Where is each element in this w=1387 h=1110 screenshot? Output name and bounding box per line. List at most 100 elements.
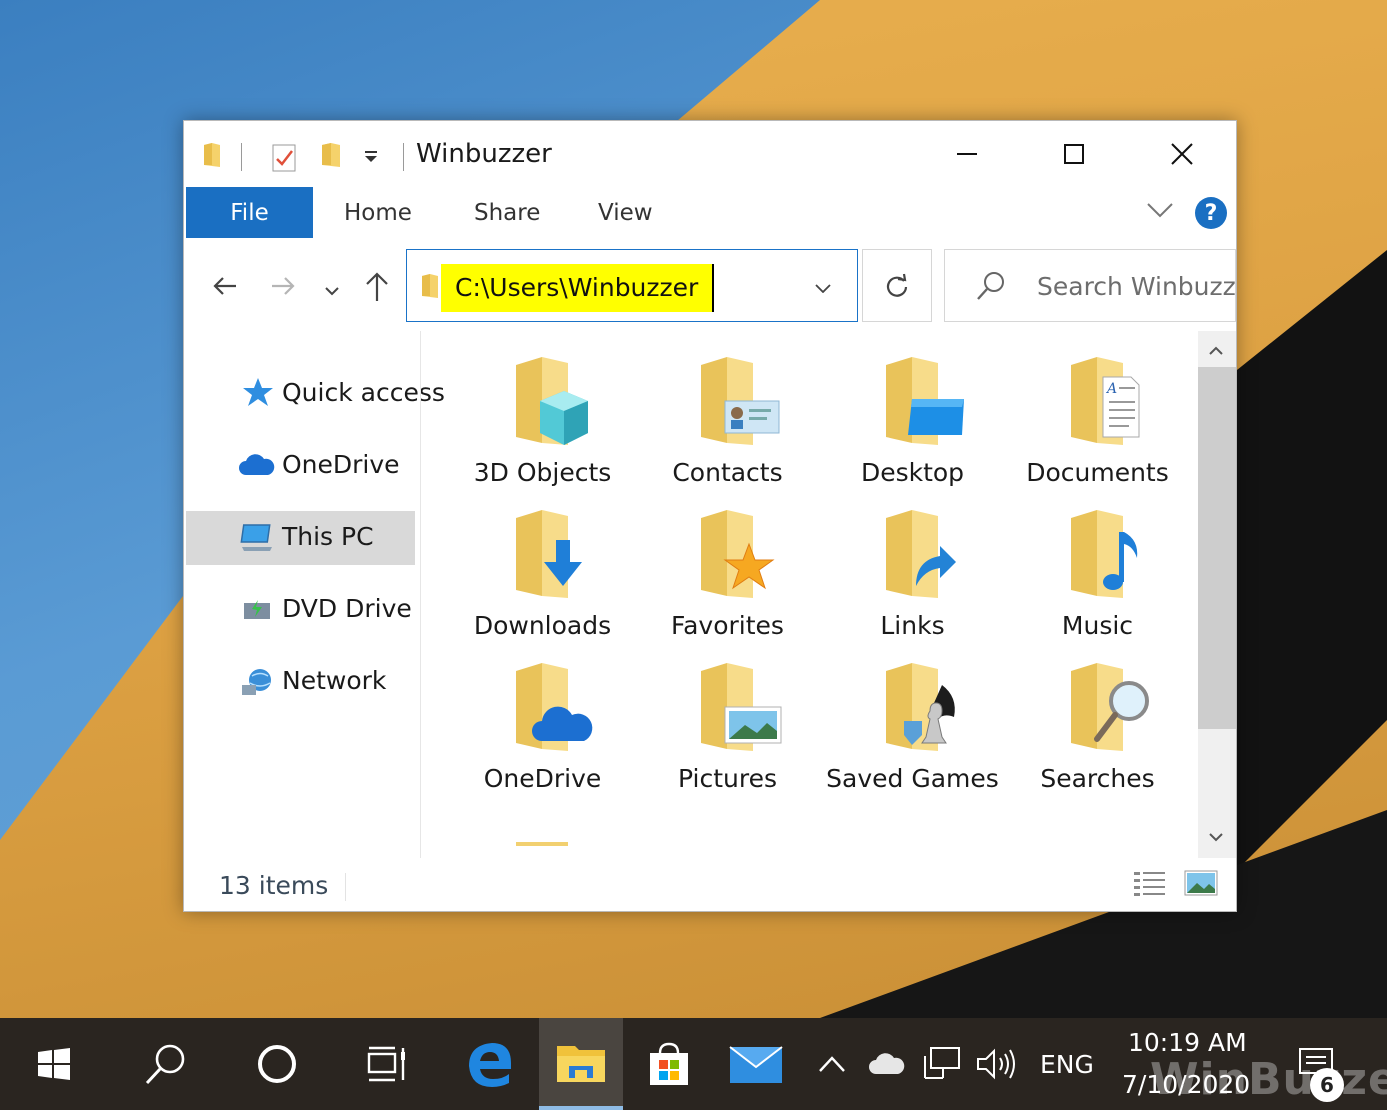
folder-item-favorites[interactable]: Favorites (635, 484, 820, 640)
taskbar-mail-button[interactable] (712, 1018, 800, 1110)
address-bar[interactable]: C:\Users\Winbuzzer (406, 249, 858, 322)
clock-date[interactable]: 7/10/2020 (1122, 1070, 1250, 1099)
edge-icon (469, 1043, 511, 1087)
close-icon (1171, 143, 1193, 165)
address-history-button[interactable] (815, 278, 831, 297)
nav-item-label: OneDrive (282, 450, 400, 479)
chevron-down-icon (1147, 203, 1173, 218)
vertical-scrollbar[interactable] (1198, 331, 1236, 858)
arrow-up-icon (366, 272, 388, 301)
cloud-icon (238, 453, 276, 481)
refresh-button[interactable] (862, 249, 932, 322)
cortana-button[interactable] (224, 1018, 330, 1110)
star-icon (242, 377, 274, 411)
new-folder-icon[interactable] (320, 141, 342, 173)
scroll-up-button[interactable] (1208, 341, 1224, 360)
chevron-down-icon (1209, 833, 1223, 842)
folder-item-pictures[interactable]: Pictures (635, 637, 820, 793)
arrow-left-icon (213, 277, 236, 295)
onedrive-folder-icon (512, 663, 602, 759)
clock-time[interactable]: 10:19 AM (1128, 1028, 1247, 1057)
dvd-drive-icon (242, 597, 272, 627)
saved-games-folder-icon (882, 663, 972, 759)
links-folder-icon (882, 510, 972, 606)
desktop-folder-icon (882, 357, 972, 453)
chevron-up-icon (819, 1056, 845, 1072)
folder-item-partial[interactable] (450, 790, 635, 858)
customize-quick-access-icon[interactable] (364, 149, 378, 168)
contacts-folder-icon (697, 357, 787, 453)
maximize-button[interactable] (1046, 131, 1102, 177)
onedrive-tray-button[interactable] (864, 1018, 910, 1110)
folder-item-downloads[interactable]: Downloads (450, 484, 635, 640)
start-button[interactable] (0, 1018, 108, 1110)
taskbar-edge-button[interactable] (442, 1018, 538, 1110)
folder-item-music[interactable]: Music (1005, 484, 1190, 640)
downloads-folder-icon (512, 510, 602, 606)
folder-item-searches[interactable]: Searches (1005, 637, 1190, 793)
volume-tray-button[interactable] (970, 1018, 1020, 1110)
folder-icon (421, 272, 439, 304)
navigation-bar: C:\Users\Winbuzzer Search Winbuzzer (184, 249, 1236, 323)
show-hidden-icons-button[interactable] (810, 1018, 854, 1110)
properties-icon[interactable] (271, 141, 297, 177)
nav-item-dvd-drive[interactable]: DVD Drive (186, 583, 415, 637)
forward-button[interactable] (270, 275, 296, 301)
chevron-down-icon (815, 284, 831, 294)
recent-locations-button[interactable] (325, 281, 339, 300)
pane-divider (420, 331, 421, 858)
folder-item-3d-objects[interactable]: 3D Objects (450, 331, 635, 487)
title-divider (403, 143, 404, 171)
address-path[interactable]: C:\Users\Winbuzzer (441, 264, 715, 312)
large-icons-view-button[interactable] (1184, 869, 1218, 901)
folder-icon[interactable] (202, 141, 222, 173)
nav-item-this-pc[interactable]: This PC (186, 511, 415, 565)
nav-item-network[interactable]: Network (186, 655, 415, 709)
minimize-button[interactable] (939, 131, 995, 177)
svg-text:A: A (1105, 381, 1117, 397)
documents-folder-icon: A (1067, 357, 1157, 453)
task-view-button[interactable] (335, 1018, 441, 1110)
folder-item-contacts[interactable]: Contacts (635, 331, 820, 487)
quick-access-divider (241, 143, 242, 171)
details-view-button[interactable] (1133, 869, 1167, 901)
scroll-thumb[interactable] (1198, 367, 1236, 729)
folder-item-desktop[interactable]: Desktop (820, 331, 1005, 487)
search-icon (145, 1044, 185, 1085)
tab-share[interactable]: Share (474, 200, 540, 226)
nav-item-onedrive[interactable]: OneDrive (186, 439, 415, 493)
up-button[interactable] (364, 271, 390, 307)
help-button[interactable]: ? (1195, 197, 1227, 229)
windows-logo-icon (38, 1048, 70, 1080)
input-language-indicator[interactable]: ENG (1040, 1050, 1094, 1079)
search-box[interactable]: Search Winbuzzer (944, 249, 1236, 322)
search-button[interactable] (113, 1018, 219, 1110)
window-title: Winbuzzer (416, 139, 552, 169)
expand-ribbon-button[interactable] (1146, 201, 1174, 223)
tab-view[interactable]: View (598, 200, 653, 226)
network-tray-button[interactable] (918, 1018, 964, 1110)
tab-file[interactable]: File (186, 187, 313, 238)
folder-item-documents[interactable]: A Documents (1005, 331, 1190, 487)
scroll-down-button[interactable] (1208, 827, 1224, 846)
folder-item-onedrive[interactable]: OneDrive (450, 637, 635, 793)
refresh-icon (886, 273, 908, 297)
minimize-icon (957, 153, 977, 155)
taskbar-file-explorer-button[interactable] (539, 1018, 623, 1110)
nav-item-label: This PC (282, 522, 374, 551)
status-divider (345, 873, 346, 901)
close-button[interactable] (1154, 131, 1210, 177)
nav-item-quick-access[interactable]: Quick access (186, 367, 445, 421)
task-view-icon (367, 1046, 405, 1082)
search-input[interactable]: Search Winbuzzer (1037, 272, 1235, 301)
tab-home[interactable]: Home (344, 200, 412, 226)
folder-item-links[interactable]: Links (820, 484, 1005, 640)
folder-view: 3D Objects Contacts Desktop A Documents (422, 331, 1198, 858)
folder-item-saved-games[interactable]: Saved Games (820, 637, 1005, 793)
file-explorer-window: Winbuzzer File Home Share View ? C:\User… (183, 120, 1237, 912)
back-button[interactable] (212, 275, 238, 301)
chevron-down-icon (325, 287, 339, 296)
music-folder-icon (1067, 510, 1157, 606)
store-icon (650, 1042, 688, 1085)
taskbar-store-button[interactable] (627, 1018, 711, 1110)
